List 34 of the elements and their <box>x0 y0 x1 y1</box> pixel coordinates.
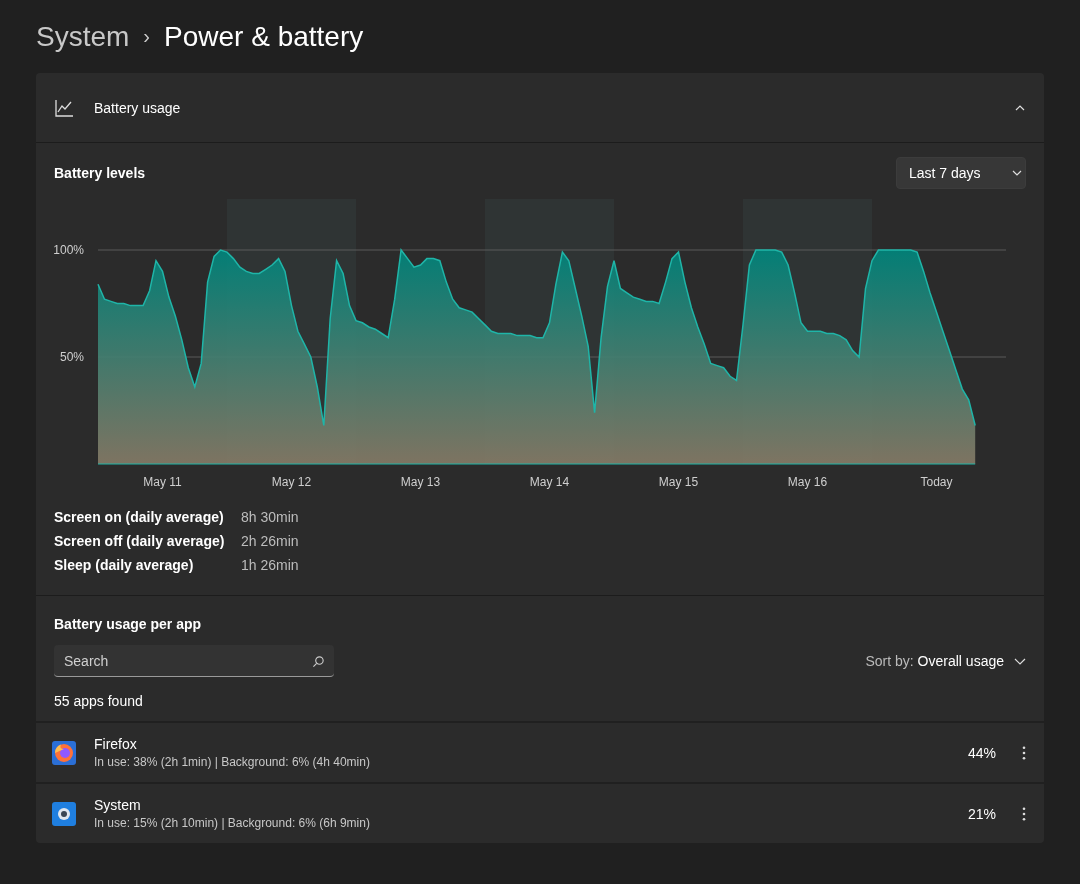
x-axis-label: May 16 <box>787 475 828 489</box>
range-dropdown[interactable]: Last 7 days <box>896 157 1026 189</box>
usage-percent: 21% <box>967 805 996 822</box>
x-axis-label: May 12 <box>271 475 312 489</box>
section-heading: Battery usage per app <box>54 616 203 632</box>
y-axis-label: 100% <box>54 243 84 257</box>
usage-percent: 44% <box>967 744 996 761</box>
app-usage-detail: In use: 15% (2h 10min) | Background: 6% (6h 9min) <box>94 816 371 830</box>
search-field[interactable]: Search <box>54 645 334 677</box>
x-axis-label: Today <box>920 475 953 489</box>
stat-value: 2h 26min <box>241 533 300 549</box>
breadcrumb-parent[interactable]: System <box>36 20 130 53</box>
x-axis-label: May 13 <box>400 475 441 489</box>
battery-usage-header[interactable]: Battery usage <box>36 73 1044 143</box>
app-row[interactable]: Firefox In use: 38% (2h 1min) | Background: 6% (4h 40min) 44% <box>36 721 1044 782</box>
stat-label: Screen off (daily average) <box>54 533 226 549</box>
section-title: Battery usage <box>94 99 182 116</box>
x-axis-label: May 14 <box>529 475 570 489</box>
app-name: System <box>94 797 142 813</box>
app-row[interactable]: System In use: 15% (2h 10min) | Background: 6% (6h 9min) 21% <box>36 782 1044 843</box>
sort-dropdown[interactable]: Sort by: Overall usage <box>865 653 1026 669</box>
chart-title: Battery levels <box>54 165 146 181</box>
stat-value: 8h 30min <box>241 509 300 525</box>
apps-found-count: 55 apps found <box>54 693 144 709</box>
stat-value: 1h 26min <box>241 557 300 573</box>
app-usage-detail: In use: 38% (2h 1min) | Background: 6% (4h 40min) <box>94 755 371 769</box>
breadcrumb-separator: › <box>143 25 151 48</box>
x-axis-label: May 15 <box>658 475 699 489</box>
stat-label: Screen on (daily average) <box>54 509 225 525</box>
y-axis-label: 50% <box>59 350 84 364</box>
x-axis-label: May 11 <box>143 475 182 489</box>
page-title: Power & battery <box>164 20 364 53</box>
app-name: Firefox <box>94 736 138 752</box>
stat-label: Sleep (daily average) <box>54 557 195 573</box>
